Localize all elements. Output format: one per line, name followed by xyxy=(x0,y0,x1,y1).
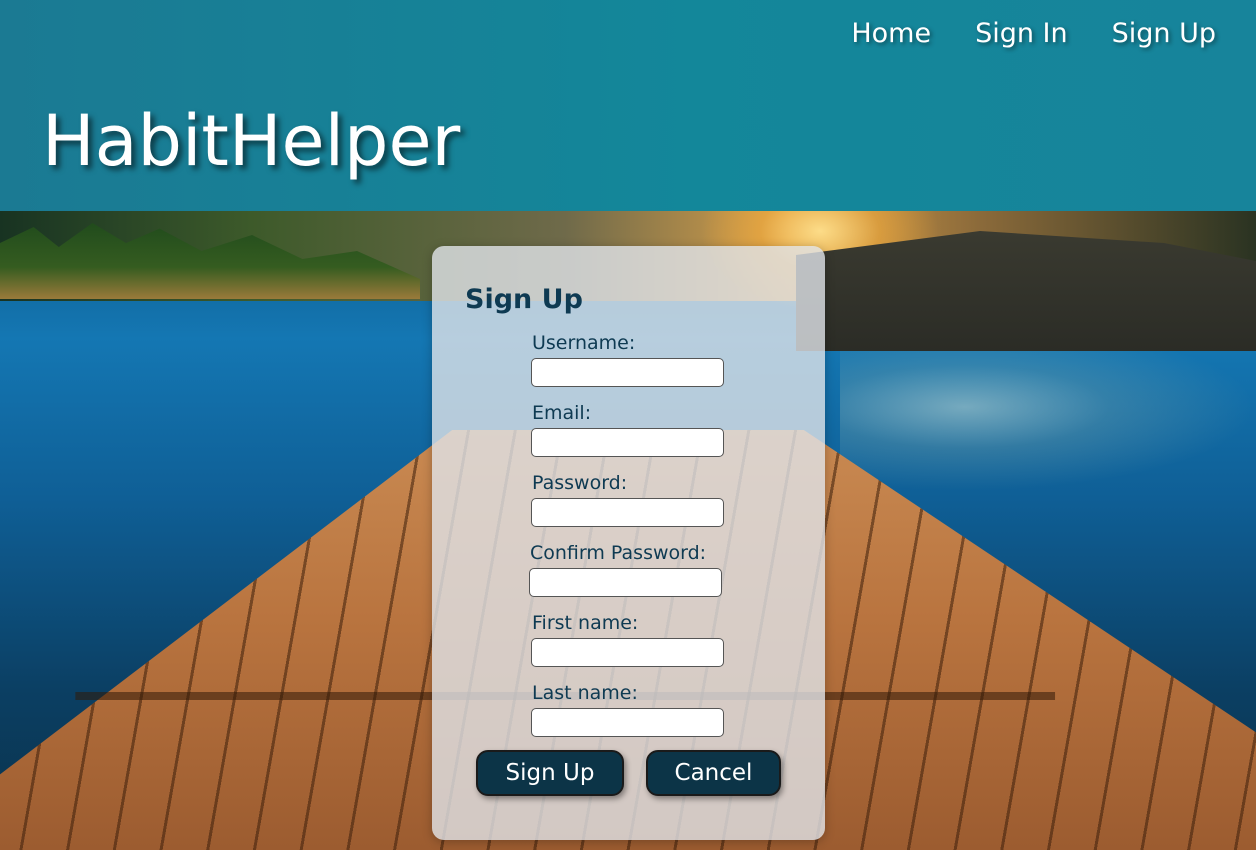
email-label: Email: xyxy=(532,402,592,424)
sign-up-button[interactable]: Sign Up xyxy=(476,750,624,796)
cancel-button[interactable]: Cancel xyxy=(646,750,781,796)
password-label: Password: xyxy=(532,472,628,494)
first-name-label: First name: xyxy=(532,612,639,634)
first-name-input[interactable] xyxy=(531,638,724,667)
last-name-input[interactable] xyxy=(531,708,724,737)
background-hill xyxy=(796,231,1256,351)
form-title: Sign Up xyxy=(465,284,583,315)
password-input[interactable] xyxy=(531,498,724,527)
username-input[interactable] xyxy=(531,358,724,387)
last-name-label: Last name: xyxy=(532,682,638,704)
confirm-password-input[interactable] xyxy=(529,568,722,597)
top-nav: Home Sign In Sign Up xyxy=(851,18,1216,49)
email-input[interactable] xyxy=(531,428,724,457)
nav-home-link[interactable]: Home xyxy=(851,18,931,49)
confirm-password-label: Confirm Password: xyxy=(530,542,707,564)
brand-title: HabitHelper xyxy=(42,100,461,182)
nav-sign-in-link[interactable]: Sign In xyxy=(975,18,1068,49)
sign-up-form: Sign Up Username: Email: Password: Confi… xyxy=(432,246,825,840)
site-header: Home Sign In Sign Up HabitHelper xyxy=(0,0,1256,211)
nav-sign-up-link[interactable]: Sign Up xyxy=(1112,18,1216,49)
username-label: Username: xyxy=(532,332,636,354)
background-water xyxy=(840,351,1256,491)
